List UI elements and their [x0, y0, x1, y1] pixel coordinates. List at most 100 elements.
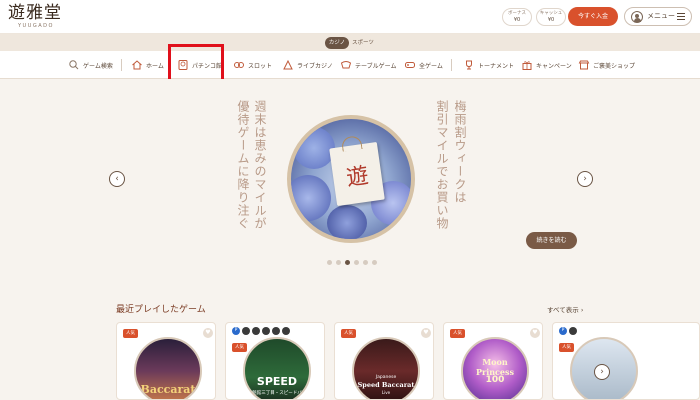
tab-sports[interactable]: スポーツ [352, 37, 374, 49]
popular-badge: 人気 [232, 343, 247, 352]
game-card[interactable]: 人気 ♥ Moon Princess 100 [443, 322, 543, 400]
nav-tournament[interactable]: トーナメント [463, 51, 514, 79]
nav-home-label: ホーム [146, 62, 164, 70]
nav-tournament-label: トーナメント [478, 62, 515, 70]
bag-handle [340, 135, 363, 152]
recent-games-title: 最近プレイしたゲーム [116, 305, 206, 315]
table-game-icon [340, 61, 352, 69]
hero-right-line2: 割引マイルでお買い物 [435, 100, 449, 230]
bonus-balance[interactable]: ボーナス ¥0 [502, 8, 532, 26]
popular-badge: 人気 [450, 329, 465, 338]
popular-badge: 人気 [123, 329, 138, 338]
game-card[interactable]: 人気 ♥ Baccarat [116, 322, 216, 400]
bonus-label: ボーナス [508, 11, 526, 16]
carousel-dot[interactable] [354, 260, 359, 265]
game-card[interactable]: P 人気 SPEED 花魁館三丁目・スピードバカ [225, 322, 325, 400]
hero-left-line1: 週末は恵みのマイルが [253, 100, 267, 230]
game-suffix: Live [381, 390, 391, 395]
cash-value: ¥0 [547, 17, 555, 23]
game-subtitle: 花魁館三丁目・スピードバカ [247, 391, 307, 396]
shopping-bag-image: 遊 [329, 135, 385, 207]
hero-image: 遊 [287, 115, 415, 243]
hero-right-line1: 梅雨割ウィークは [453, 100, 467, 204]
hero-left-line2: 優待ゲームに降り注ぐ [236, 100, 250, 230]
favorite-heart-icon[interactable]: ♥ [421, 328, 431, 338]
category-strip: カジノ スポーツ [0, 34, 700, 51]
home-icon [132, 60, 142, 70]
nav-all-games[interactable]: 全ゲーム [404, 51, 443, 79]
nav-search-label: ゲーム検索 [83, 62, 113, 70]
provider-chip [272, 327, 280, 335]
read-more-button[interactable]: 続きを読む [526, 232, 577, 249]
user-icon [631, 11, 643, 23]
game-thumbnail: Moon Princess 100 [461, 337, 529, 399]
provider-chip [252, 327, 260, 335]
carousel-dot[interactable] [336, 260, 341, 265]
bag-character: 遊 [344, 163, 371, 192]
carousel-dot[interactable] [372, 260, 377, 265]
nav-campaign[interactable]: キャンペーン [521, 51, 572, 79]
nav-slots[interactable]: スロット [233, 51, 272, 79]
hero-next-button[interactable]: › [577, 171, 593, 187]
nav-table-games[interactable]: テーブルゲーム [340, 51, 396, 79]
hamburger-icon [677, 13, 685, 20]
cash-balance[interactable]: キャッシュ ¥0 [536, 8, 566, 26]
provider-chip [282, 327, 290, 335]
menu-label: メニュー [647, 12, 675, 20]
menu-button[interactable]: メニュー [624, 7, 692, 26]
nav-all-games-label: 全ゲーム [419, 62, 443, 70]
favorite-heart-icon[interactable]: ♥ [203, 328, 213, 338]
nav-campaign-label: キャンペーン [536, 62, 572, 70]
show-all-link[interactable]: すべて表示 › [547, 304, 583, 314]
site-logo[interactable]: 遊雅堂 YUUGADO [8, 4, 78, 32]
nav-live-casino-label: ライブカジノ [297, 62, 333, 70]
nav-live-casino[interactable]: ライブカジノ [282, 51, 333, 79]
bonus-value: ¥0 [513, 17, 521, 23]
provider-chip [262, 327, 270, 335]
gift-icon [522, 61, 532, 70]
nav-home[interactable]: ホーム [131, 51, 164, 79]
header: 遊雅堂 YUUGADO ボーナス ¥0 キャッシュ ¥0 今すぐ入金 メニュー [0, 0, 700, 34]
game-card[interactable]: P 人気 [552, 322, 700, 400]
carousel-dot[interactable] [363, 260, 368, 265]
hero-prev-button[interactable]: ‹ [109, 171, 125, 187]
tab-casino[interactable]: カジノ [325, 37, 349, 49]
search-icon [69, 60, 79, 70]
trophy-icon [466, 60, 472, 70]
cash-label: キャッシュ [539, 11, 563, 16]
nav-shop-label: ご褒美ショップ [593, 62, 636, 70]
carousel-dot[interactable] [327, 260, 332, 265]
live-casino-icon [283, 59, 293, 70]
carousel-dots [327, 260, 377, 266]
game-number: 100 [485, 375, 505, 385]
nav-divider [451, 59, 452, 71]
provider-chip: P [559, 327, 567, 335]
deposit-button[interactable]: 今すぐ入金 [568, 7, 618, 26]
hydrangea-shape [327, 205, 367, 239]
hydrangea-shape [291, 175, 331, 221]
game-title: SPEED [256, 375, 298, 388]
game-title: Moon Princess [475, 357, 515, 377]
provider-chip: P [232, 327, 240, 335]
nav-search[interactable]: ゲーム検索 [68, 51, 113, 79]
game-thumbnail: Baccarat [134, 337, 202, 399]
logo-text: 遊雅堂 [8, 3, 62, 23]
hydrangea-shape [293, 127, 335, 169]
game-title: Baccarat [140, 383, 196, 396]
nav-slots-label: スロット [248, 62, 273, 70]
provider-chip [242, 327, 250, 335]
shop-icon [578, 60, 590, 70]
provider-chip [569, 327, 577, 335]
recent-next-button[interactable]: › [594, 364, 610, 380]
nav-shop[interactable]: ご褒美ショップ [578, 51, 635, 79]
nav-table-games-label: テーブルゲーム [355, 62, 397, 70]
slot-icon [234, 62, 244, 68]
game-prefix: Japanese [375, 375, 397, 380]
game-thumbnail: SPEED 花魁館三丁目・スピードバカ [243, 337, 311, 399]
nav-divider [121, 59, 122, 71]
game-card[interactable]: 人気 ♥ Japanese Speed Baccarat Live [334, 322, 434, 400]
popular-badge: 人気 [341, 329, 356, 338]
favorite-heart-icon[interactable]: ♥ [530, 328, 540, 338]
popular-badge: 人気 [559, 343, 574, 352]
carousel-dot[interactable] [345, 260, 350, 265]
